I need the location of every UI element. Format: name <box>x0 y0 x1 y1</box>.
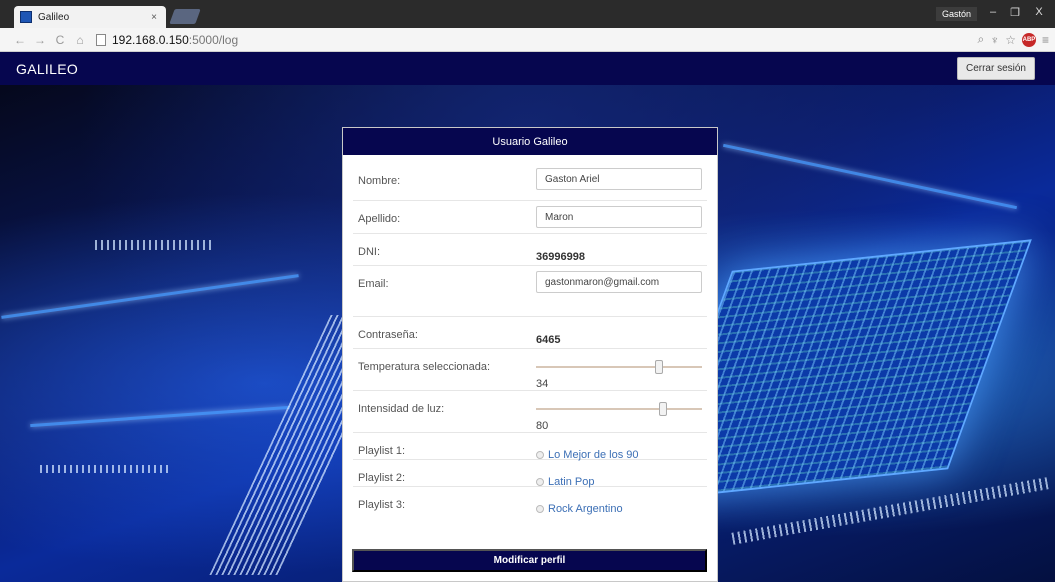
modify-profile-button[interactable]: Modificar perfil <box>352 549 707 572</box>
temperatura-value: 34 <box>536 378 549 390</box>
forward-icon[interactable]: → <box>30 33 50 47</box>
field-row-email: Email: <box>353 266 707 317</box>
pin-row <box>40 465 170 473</box>
bookmark-star-icon[interactable]: ☆ <box>1005 33 1016 47</box>
card-title: Usuario Galileo <box>343 128 717 155</box>
app-header: GALILEO Cerrar sesión <box>0 52 1055 85</box>
extension-icon[interactable]: ♆ <box>990 33 999 47</box>
browser-toolbar: ← → C ⌂ 192.168.0.150 :5000/log <box>0 28 1055 52</box>
slider-handle[interactable] <box>655 360 663 374</box>
radio-icon <box>536 478 544 486</box>
email-label: Email: <box>358 278 389 290</box>
playlist3-label: Playlist 3: <box>358 499 406 511</box>
profile-name[interactable]: Gastón <box>935 7 977 21</box>
luz-value: 80 <box>536 420 549 432</box>
nombre-input[interactable] <box>536 168 702 190</box>
contrasena-value: 6465 <box>536 334 561 346</box>
trace-line <box>722 143 1018 210</box>
logout-button[interactable]: Cerrar sesión <box>956 57 1035 80</box>
field-row-luz: Intensidad de luz: 80 <box>353 391 707 433</box>
tab-title: Galileo <box>38 11 70 23</box>
playlist1-radio[interactable]: Lo Mejor de los 90 <box>536 438 702 461</box>
trace-line <box>1 274 299 319</box>
close-window-icon[interactable]: X <box>1029 6 1049 18</box>
playlist2-radio[interactable]: Latin Pop <box>536 465 702 488</box>
temperatura-slider[interactable] <box>536 360 702 374</box>
field-row-playlist1: Playlist 1: Lo Mejor de los 90 <box>353 433 707 461</box>
tab-close-icon[interactable]: × <box>148 12 160 23</box>
playlist3-value: Rock Argentino <box>548 503 623 515</box>
url-path: :5000/log <box>188 32 239 47</box>
apellido-label: Apellido: <box>358 213 401 225</box>
trace-line <box>30 405 290 428</box>
field-row-playlist2: Playlist 2: Latin Pop <box>353 460 707 488</box>
field-row-dni: DNI: 36996998 <box>353 234 707 266</box>
zoom-icon[interactable]: ⌕ <box>977 32 984 47</box>
radio-icon <box>536 505 544 513</box>
field-row-contrasena: Contraseña: 6465 <box>353 317 707 349</box>
favicon-icon <box>20 11 32 23</box>
new-tab-button[interactable] <box>169 9 201 24</box>
app-brand[interactable]: GALILEO <box>16 61 78 77</box>
slider-track <box>536 408 702 410</box>
pin-row <box>731 477 1049 545</box>
adblock-icon[interactable]: ABP <box>1021 32 1036 47</box>
luz-slider[interactable] <box>536 402 702 416</box>
toolbar-actions: ⌕ ♆ ☆ ABP ≡ <box>977 32 1049 47</box>
luz-label: Intensidad de luz: <box>358 403 445 415</box>
page-icon <box>96 33 106 46</box>
temperatura-label: Temperatura seleccionada: <box>358 361 491 373</box>
back-icon[interactable]: ← <box>10 33 30 47</box>
field-row-playlist3: Playlist 3: Rock Argentino <box>353 487 707 515</box>
menu-icon[interactable]: ≡ <box>1042 33 1049 47</box>
playlist2-label: Playlist 2: <box>358 472 406 484</box>
dni-value: 36996998 <box>536 251 585 263</box>
email-input[interactable] <box>536 271 702 293</box>
pin-row <box>95 240 215 250</box>
radio-icon <box>536 451 544 459</box>
minimize-icon[interactable]: – <box>983 6 1003 18</box>
slider-handle[interactable] <box>659 402 667 416</box>
slider-track <box>536 366 702 368</box>
browser-tabbar: Galileo × Gastón – ❐ X <box>0 0 1055 28</box>
field-row-apellido: Apellido: <box>353 201 707 234</box>
maximize-icon[interactable]: ❐ <box>1005 6 1025 19</box>
reload-icon[interactable]: C <box>50 33 70 47</box>
playlist3-radio[interactable]: Rock Argentino <box>536 492 702 515</box>
contrasena-label: Contraseña: <box>358 329 418 341</box>
home-icon[interactable]: ⌂ <box>70 33 90 47</box>
dni-label: DNI: <box>358 246 380 258</box>
browser-tab[interactable]: Galileo × <box>14 6 166 28</box>
apellido-input[interactable] <box>536 206 702 228</box>
playlist1-label: Playlist 1: <box>358 445 406 457</box>
profile-card: Usuario Galileo Nombre: Apellido: DNI: 3… <box>342 127 718 582</box>
url-host: 192.168.0.150 <box>112 32 189 47</box>
field-row-temperatura: Temperatura seleccionada: 34 <box>353 349 707 391</box>
address-bar[interactable]: 192.168.0.150 :5000/log <box>96 31 916 49</box>
nombre-label: Nombre: <box>358 175 401 187</box>
field-row-nombre: Nombre: <box>353 163 707 201</box>
